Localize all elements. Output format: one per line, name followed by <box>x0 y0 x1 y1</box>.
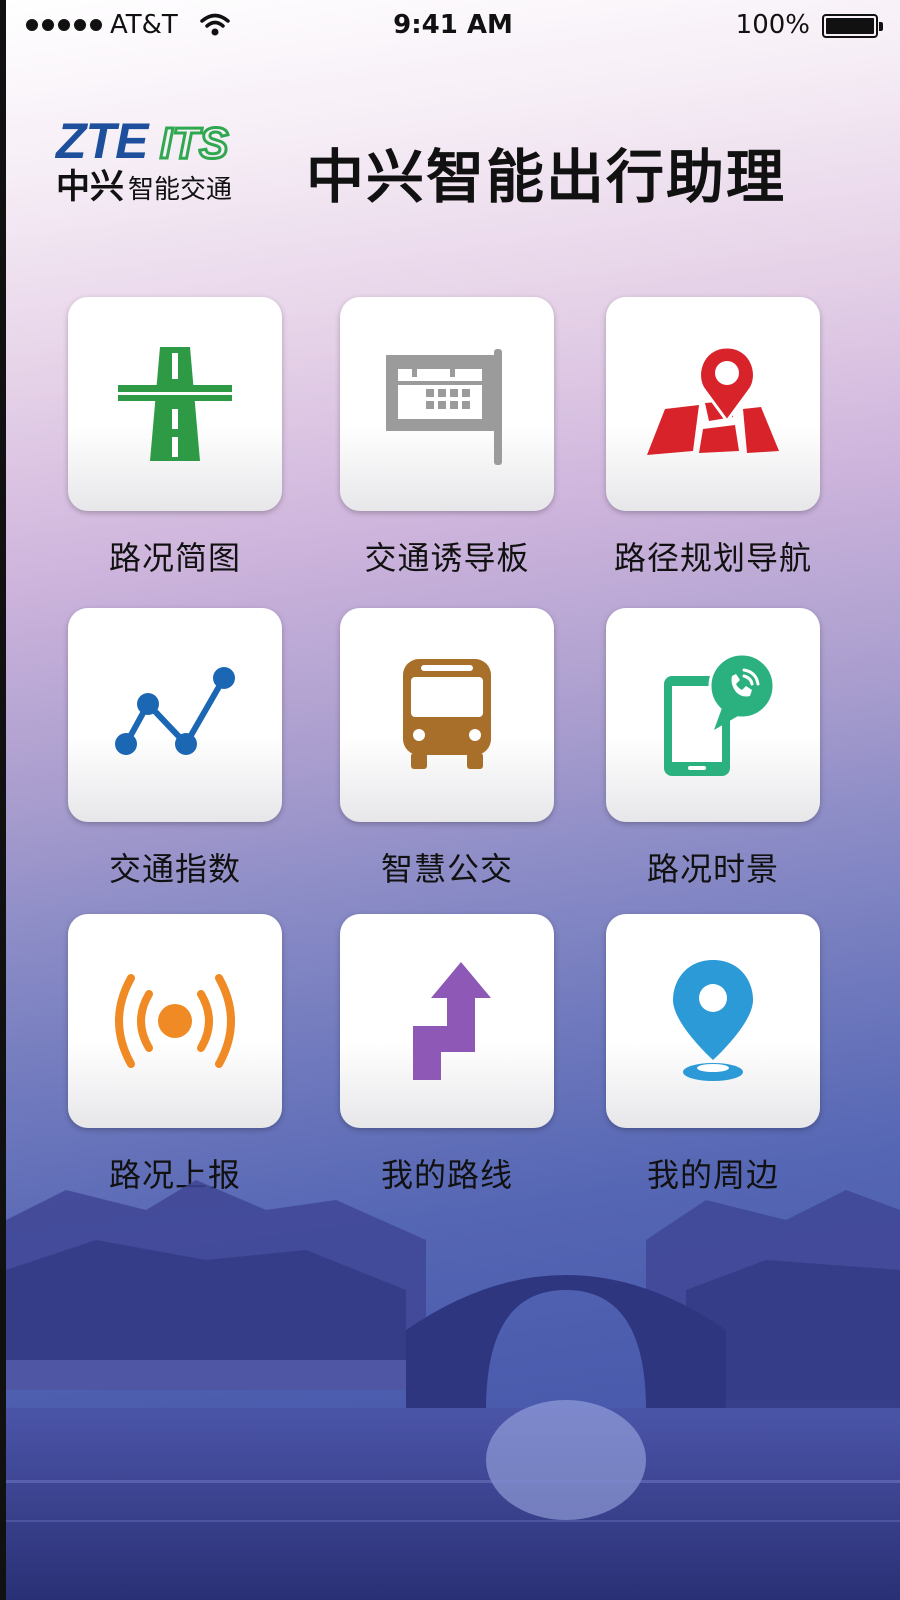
tile-card[interactable] <box>68 608 282 822</box>
svg-text:ITS: ITS <box>160 119 228 164</box>
tile-card[interactable] <box>68 914 282 1128</box>
logo-its-mark: ITS <box>159 118 230 164</box>
logo-subtitle-brand: 中兴 <box>56 167 124 207</box>
highway-icon <box>118 347 232 461</box>
logo-subtitle: 中兴 智能交通 <box>56 170 232 204</box>
tile-card[interactable] <box>340 297 554 511</box>
line-chart-icon <box>115 667 235 755</box>
tile-guidance-board[interactable]: 交通诱导板 <box>340 297 554 579</box>
tile-card[interactable] <box>606 297 820 511</box>
logo-brand: ZTE <box>56 113 148 169</box>
tile-nearby[interactable]: 我的周边 <box>606 914 820 1196</box>
tile-label: 交通诱导板 <box>364 539 530 577</box>
route-arrow-icon <box>413 962 491 1080</box>
tile-route-planning[interactable]: 路径规划导航 <box>606 297 820 579</box>
tile-smart-bus[interactable]: 智慧公交 <box>340 608 554 890</box>
tile-label: 智慧公交 <box>380 850 513 888</box>
status-bar: AT&T 9:41 AM 100% <box>6 0 900 52</box>
tile-card[interactable] <box>68 297 282 511</box>
app-screen: AT&T 9:41 AM 100% ZTE ITS 中兴 智能交通 中兴智能出行… <box>0 0 900 1600</box>
tile-card[interactable] <box>340 914 554 1128</box>
tile-road-overview[interactable]: 路况简图 <box>68 297 282 579</box>
water-town-background-image <box>6 1180 900 1600</box>
guidance-board-icon <box>386 349 502 465</box>
battery-icon <box>822 14 883 38</box>
app-title: 中兴智能出行助理 <box>306 143 787 211</box>
tile-live-traffic[interactable]: 路况时景 <box>606 608 820 890</box>
tile-my-route[interactable]: 我的路线 <box>340 914 554 1196</box>
tile-card[interactable] <box>606 608 820 822</box>
phone-call-icon <box>664 652 776 776</box>
logo-subtitle-text: 智能交通 <box>128 175 233 205</box>
tile-label: 路况简图 <box>108 539 241 577</box>
location-icon <box>673 960 753 1081</box>
map-pin-icon <box>647 345 779 455</box>
tile-label: 路况时景 <box>646 850 779 888</box>
tile-card[interactable] <box>606 914 820 1128</box>
tile-card[interactable] <box>340 608 554 822</box>
tile-label: 交通指数 <box>108 850 241 888</box>
broadcast-icon <box>115 974 235 1068</box>
bus-icon <box>403 659 491 769</box>
tile-traffic-index[interactable]: 交通指数 <box>68 608 282 890</box>
battery-percentage: 100% <box>735 10 810 40</box>
tile-report-traffic[interactable]: 路况上报 <box>68 914 282 1196</box>
zte-its-logo: ZTE ITS 中兴 智能交通 <box>56 116 276 206</box>
tile-label: 路径规划导航 <box>613 539 812 577</box>
